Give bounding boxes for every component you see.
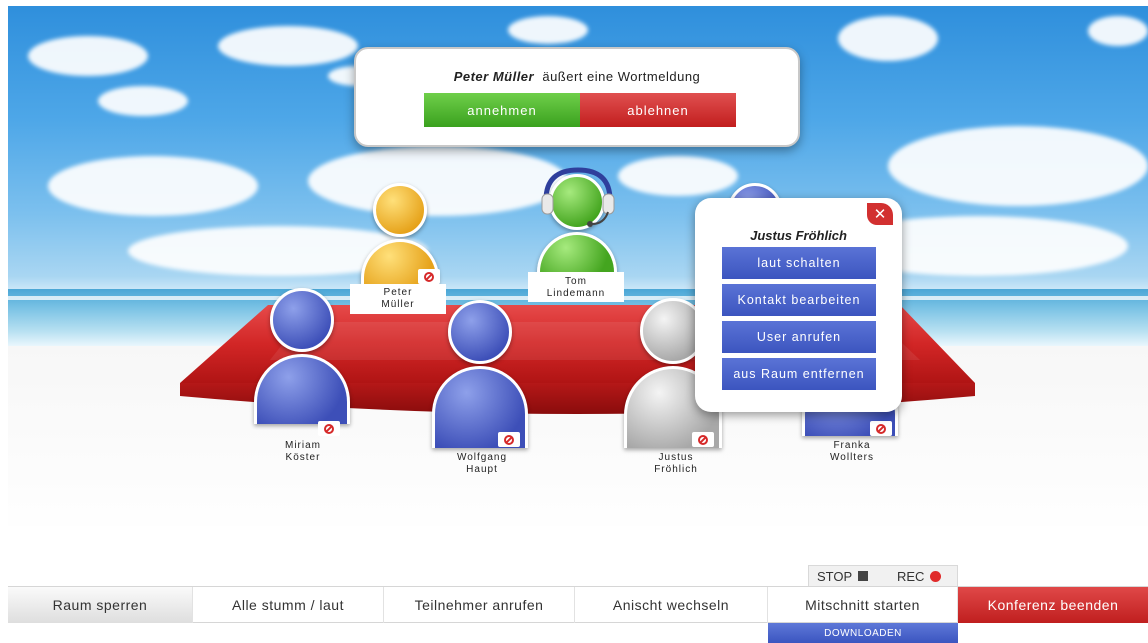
menu-item-remove-from-room[interactable]: aus Raum entfernen: [722, 358, 876, 390]
name-label-franka-wollters: Franka Wollters: [830, 440, 874, 463]
name-card-tom-lindemann: Tom Lindemann: [528, 272, 624, 302]
accept-button[interactable]: annehmen: [424, 93, 580, 127]
record-dot-icon: [930, 570, 942, 582]
speak-request-message: Peter Müller äußert eine Wortmeldung: [356, 69, 798, 84]
participant-miriam-koester[interactable]: [247, 288, 357, 448]
avatar: [448, 300, 512, 364]
avatar: [270, 288, 334, 352]
muted-icon[interactable]: [418, 269, 440, 284]
name-label-justus-froehlich: Justus Fröhlich: [654, 452, 698, 475]
speak-request-dialog: Peter Müller äußert eine Wortmeldung ann…: [354, 47, 800, 147]
context-menu-title: Justus Fröhlich: [750, 228, 847, 243]
muted-icon[interactable]: [318, 421, 340, 436]
requester-name: Peter Müller: [453, 69, 535, 84]
muted-icon[interactable]: [692, 432, 714, 447]
call-participants-button[interactable]: Teilnehmer anrufen: [384, 587, 575, 623]
switch-view-button[interactable]: Anischt wechseln: [575, 587, 768, 623]
download-button[interactable]: DOWNLOADEN: [768, 623, 958, 643]
name-label-miriam-koester: Miriam Köster: [285, 440, 321, 463]
mute-all-button[interactable]: Alle stumm / laut: [193, 587, 384, 623]
reject-button[interactable]: ablehnen: [580, 93, 736, 127]
start-recording-button[interactable]: Mitschnitt starten: [768, 587, 958, 623]
close-icon[interactable]: ✕: [867, 203, 893, 225]
muted-icon[interactable]: [498, 432, 520, 447]
name-label-wolfgang-haupt: Wolfgang Haupt: [456, 452, 508, 475]
request-text: äußert eine Wortmeldung: [542, 69, 701, 84]
lock-room-button[interactable]: Raum sperren: [8, 587, 193, 623]
headset-icon: [541, 167, 615, 227]
muted-icon[interactable]: [870, 421, 892, 436]
end-conference-button[interactable]: Konferenz beenden: [958, 587, 1148, 623]
recording-controls: STOP REC: [808, 565, 958, 587]
stop-recording-button[interactable]: STOP: [817, 566, 869, 586]
record-button[interactable]: REC: [897, 566, 942, 586]
menu-item-edit-contact[interactable]: Kontakt bearbeiten: [722, 284, 876, 316]
stop-icon: [858, 571, 869, 581]
avatar: [373, 183, 427, 237]
menu-item-call-user[interactable]: User anrufen: [722, 321, 876, 353]
participant-context-menu: ✕ Justus Fröhlich laut schalten Kontakt …: [695, 198, 902, 412]
menu-item-unmute[interactable]: laut schalten: [722, 247, 876, 279]
bottom-toolbar: Raum sperren Alle stumm / laut Teilnehme…: [8, 586, 1148, 623]
